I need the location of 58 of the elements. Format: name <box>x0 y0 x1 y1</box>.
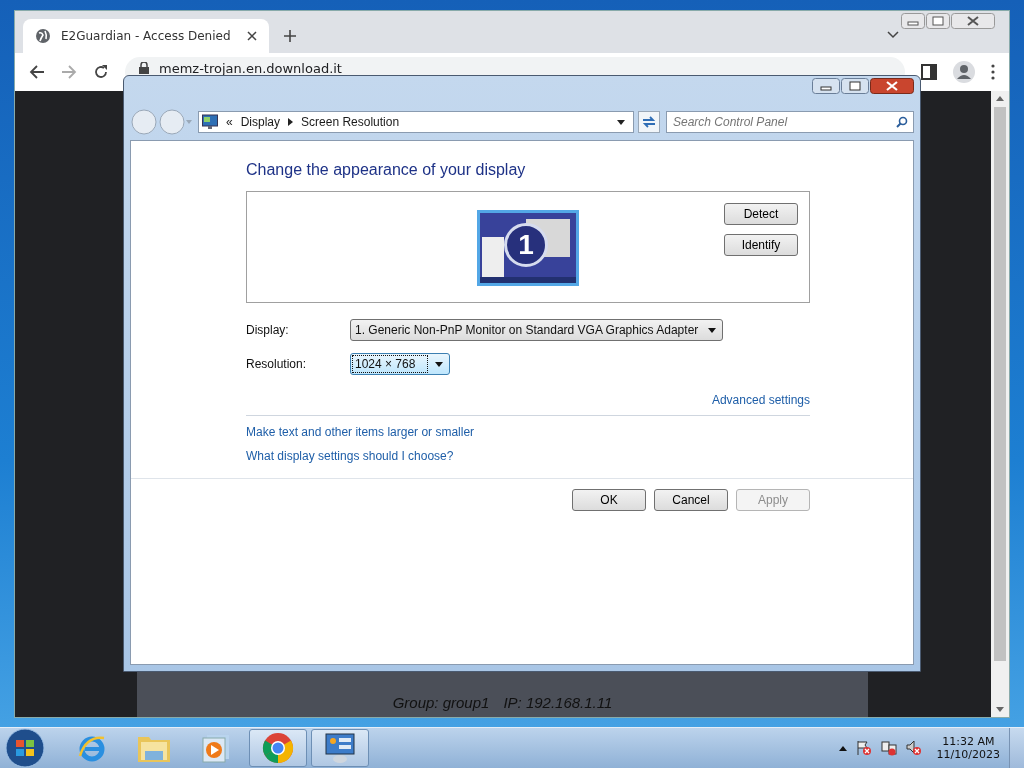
maximize-icon[interactable] <box>841 78 869 94</box>
show-hidden-icons-icon[interactable] <box>838 745 847 751</box>
taskbar-app[interactable] <box>311 729 369 767</box>
advanced-settings-link[interactable]: Advanced settings <box>711 393 810 407</box>
reload-icon[interactable] <box>93 64 109 80</box>
chrome-icon <box>262 732 294 764</box>
field-label: Display: <box>246 323 290 337</box>
chevron-right-icon[interactable] <box>288 118 294 126</box>
sidebar-icon[interactable] <box>921 64 937 80</box>
scroll-down-icon[interactable] <box>996 707 1004 712</box>
close-icon[interactable] <box>247 31 257 41</box>
lock-icon <box>139 62 149 74</box>
dropdown-arrow-icon <box>435 361 444 367</box>
panel-button[interactable]: Detect <box>724 203 798 225</box>
close-icon[interactable] <box>951 13 995 29</box>
monitor-tile[interactable]: 1 <box>477 210 579 286</box>
taskbar-app[interactable] <box>249 729 307 767</box>
footer-text: IP: 192.168.1.11 <box>503 694 613 711</box>
help-link[interactable]: Make text and other items larger or smaller <box>246 425 475 439</box>
dropdown-arrow-icon[interactable] <box>617 119 625 125</box>
scrollbar[interactable] <box>991 91 1009 717</box>
refresh-icon[interactable] <box>638 111 660 133</box>
minimize-icon[interactable] <box>812 78 840 94</box>
back-icon[interactable] <box>29 64 45 80</box>
display-settings-icon <box>324 732 356 764</box>
maximize-icon[interactable] <box>926 13 950 29</box>
search-icon[interactable] <box>896 116 908 128</box>
footer-text: Group: group1 <box>392 694 490 711</box>
panel-button[interactable]: Identify <box>724 234 798 256</box>
field-label: Resolution: <box>246 357 308 371</box>
breadcrumb-item[interactable]: Display <box>240 115 281 129</box>
menu-icon[interactable] <box>991 64 995 80</box>
dropdown-arrow-icon <box>708 327 717 333</box>
dropdown[interactable]: 1024 × 768 <box>350 353 451 375</box>
clock-time[interactable]: 11:32 AM <box>942 735 995 748</box>
dialog-button[interactable]: OK <box>572 489 646 511</box>
dialog-button[interactable]: Cancel <box>654 489 728 511</box>
control-panel-icon <box>202 114 218 130</box>
browser-tab[interactable]: E2Guardian - Access Denied <box>23 19 269 53</box>
profile-icon[interactable] <box>953 61 975 83</box>
close-icon[interactable] <box>870 78 914 94</box>
dropdown[interactable]: 1. Generic Non-PnP Monitor on Standard VGA Graphics Adapter <box>350 319 724 341</box>
network-icon[interactable] <box>880 740 897 756</box>
page-heading: Change the appearance of your display <box>246 161 527 179</box>
clock-date[interactable]: 11/10/2023 <box>936 748 1000 761</box>
search-field[interactable]: Search Control Panel <box>666 111 914 133</box>
scroll-thumb[interactable] <box>994 107 1006 661</box>
breadcrumb-item[interactable]: Screen Resolution <box>301 115 400 129</box>
chevron-down-icon[interactable] <box>887 31 899 39</box>
breadcrumb-bar[interactable]: « Display Screen Resolution <box>198 111 634 133</box>
breadcrumb-overflow[interactable]: « <box>226 115 233 129</box>
new-tab-icon[interactable] <box>283 29 297 43</box>
action-center-icon[interactable] <box>855 740 872 756</box>
start-button-icon[interactable] <box>5 728 45 768</box>
scroll-up-icon[interactable] <box>996 96 1004 101</box>
help-link[interactable]: What display settings should I choose? <box>246 449 454 463</box>
media-player-icon <box>201 733 231 763</box>
volume-muted-icon[interactable] <box>905 740 922 756</box>
